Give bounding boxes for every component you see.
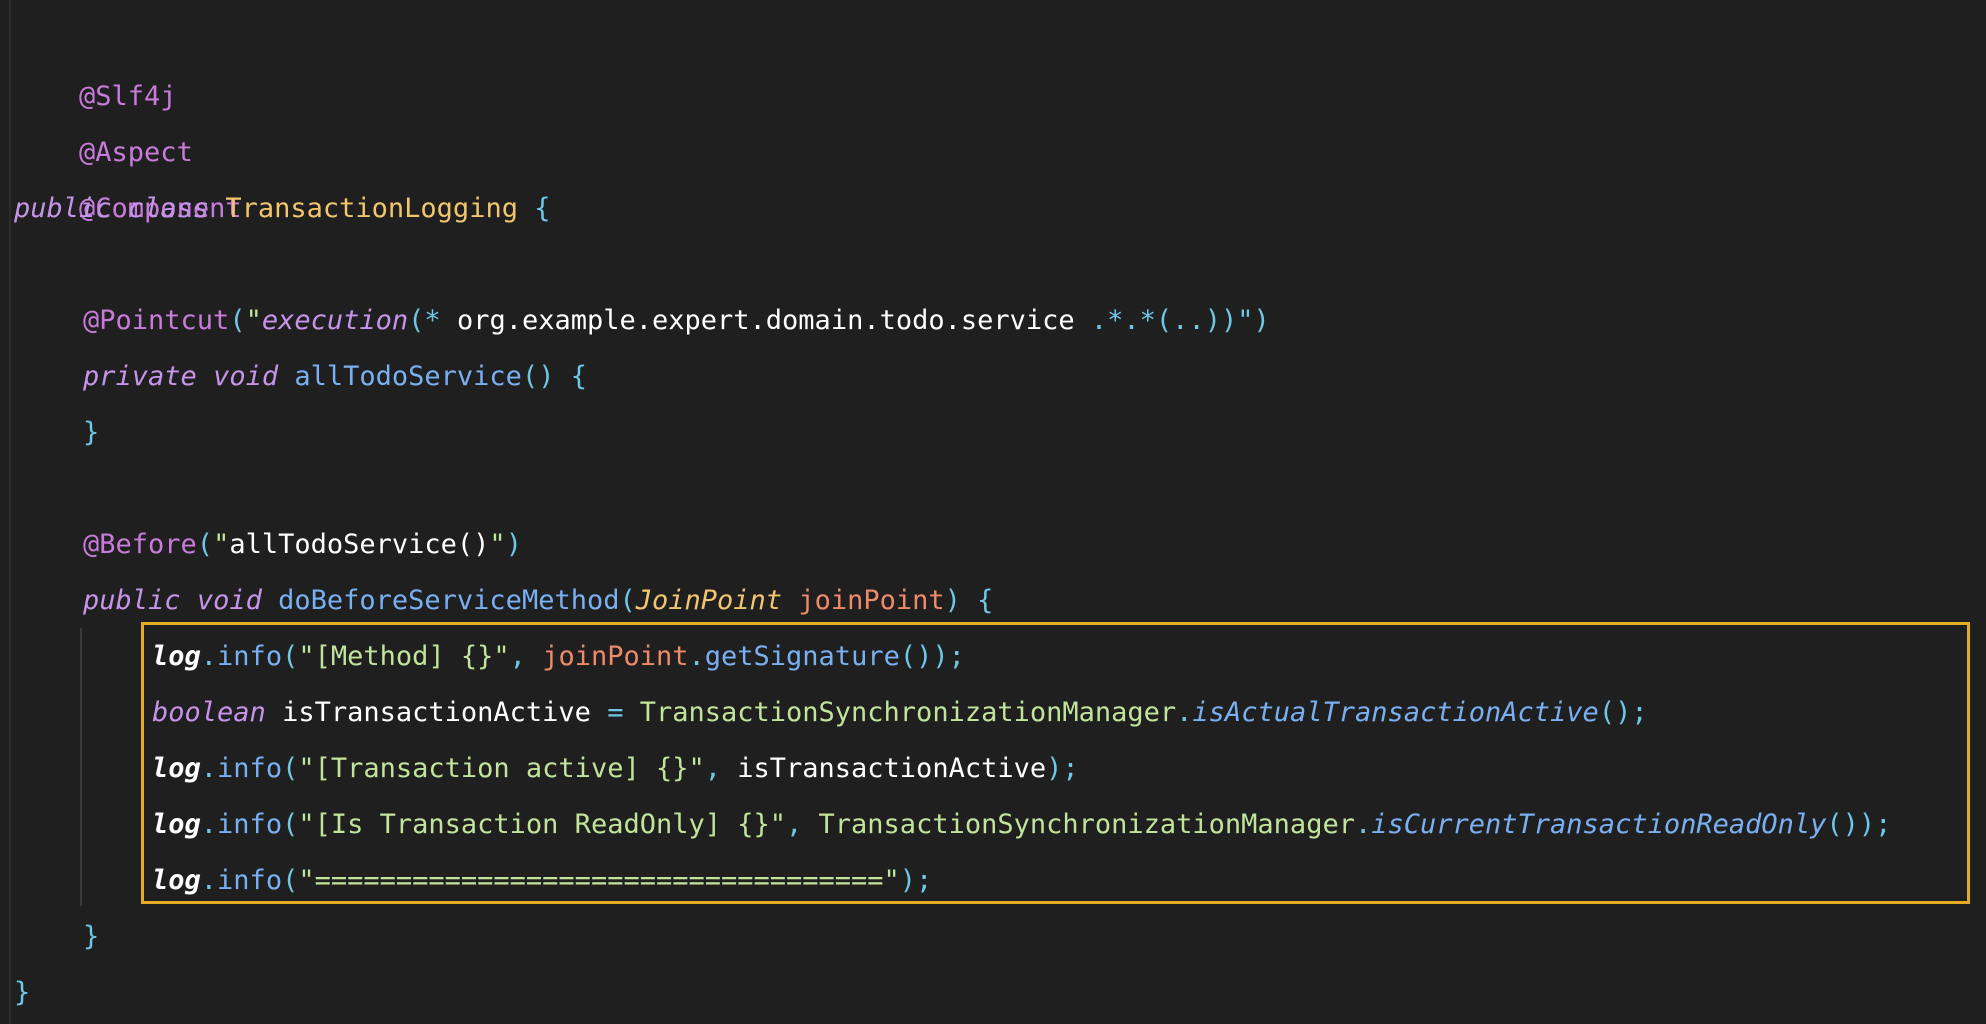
code-line-before: @Before("allTodoService()") [83, 517, 522, 573]
keyword-public-2: public [83, 585, 181, 616]
before-paren-close: ) [505, 529, 522, 560]
comma-2: , [704, 753, 738, 784]
var-is-transaction-active: isTransactionActive [282, 697, 591, 728]
brace-open: { [534, 193, 551, 224]
log-info-3: info [217, 809, 283, 840]
dot-4: . [200, 753, 218, 784]
pointcut-tail: .*.*(..))") [1090, 305, 1270, 336]
code-line-3: @Component [14, 125, 242, 224]
brace-close-3: } [14, 977, 31, 1008]
param-close: ) { [944, 585, 994, 616]
pointcut-paren: ( [408, 305, 425, 336]
str-method: "[Method] {}" [298, 641, 510, 672]
brace-close: } [83, 417, 100, 448]
annotation-before: @Before [83, 529, 197, 560]
dot-3: . [1176, 697, 1193, 728]
str-readonly: "[Is Transaction ReadOnly] {}" [298, 809, 787, 840]
tsm-class-2: TransactionSynchronizationManager [818, 809, 1355, 840]
paren-4: ( [282, 865, 299, 896]
keyword-void-2: void [196, 585, 262, 616]
paren-2: ( [282, 753, 299, 784]
pointcut-star: * [424, 305, 441, 336]
str-separator: "===================================" [298, 865, 900, 896]
parens: () { [521, 361, 587, 392]
code-line-brace-close-3: } [14, 965, 30, 1021]
before-arg: allTodoService() [229, 529, 490, 560]
pointcut-package: org.example.expert.domain.todo.service [440, 305, 1091, 336]
method-all-todo-service: allTodoService [294, 361, 522, 392]
str-tx-active: "[Transaction active] {}" [298, 753, 705, 784]
log-info: info [217, 641, 283, 672]
log-ref-4: log [152, 865, 201, 896]
brace-close-2: } [83, 921, 100, 952]
code-line-2: @Aspect [14, 69, 193, 168]
indent-guide [80, 628, 82, 906]
code-line-log-method: log.info("[Method] {}", joinPoint.getSig… [152, 629, 965, 685]
annotation-pointcut: @Pointcut [83, 305, 230, 336]
code-line-1: @Slf4j [14, 13, 177, 112]
is-actual-transaction-active: isActualTransactionActive [1192, 697, 1599, 728]
get-signature: getSignature [704, 641, 900, 672]
pointcut-open: ( [229, 305, 246, 336]
param-name: joinPoint [798, 585, 945, 616]
keyword-void: void [213, 361, 279, 392]
paren-3: ( [282, 809, 299, 840]
keyword-public: public [14, 193, 112, 224]
keyword-class: class [127, 193, 210, 224]
equals: = [607, 697, 624, 728]
dot-6: . [1354, 809, 1372, 840]
keyword-private: private [83, 361, 197, 392]
comma: , [509, 641, 543, 672]
close-2: (); [1598, 697, 1648, 728]
dot: . [200, 641, 218, 672]
code-line-method-all: private void allTodoService() { [83, 349, 587, 405]
close-3: ); [1046, 753, 1079, 784]
code-line-brace-close-1: } [83, 405, 99, 461]
dot-2: . [688, 641, 705, 672]
keyword-boolean: boolean [152, 697, 266, 728]
param-paren: ( [619, 585, 636, 616]
before-quote-close: " [489, 529, 506, 560]
code-line-log-sep: log.info("==============================… [152, 853, 932, 909]
code-line-4: public class TransactionLogging { [14, 181, 551, 237]
pointcut-execution: execution [261, 305, 409, 336]
code-line-log-readonly: log.info("[Is Transaction ReadOnly] {}",… [152, 797, 1891, 853]
log-ref-2: log [152, 753, 201, 784]
code-line-log-active: log.info("[Transaction active] {}", isTr… [152, 741, 1079, 797]
close-5: ); [899, 865, 933, 896]
param-type: JoinPoint [635, 585, 783, 616]
code-editor[interactable]: @Slf4j @Aspect @Component public class T… [0, 0, 1986, 1024]
joinpoint-ref: joinPoint [542, 641, 689, 672]
log-ref-3: log [152, 809, 201, 840]
class-name: TransactionLogging [225, 193, 518, 224]
is-current-readonly: isCurrentTransactionReadOnly [1371, 809, 1827, 840]
close: ()); [899, 641, 965, 672]
editor-gutter-line [9, 0, 11, 1024]
var-ref-active: isTransactionActive [737, 753, 1047, 784]
pointcut-quote-open: " [245, 305, 262, 336]
code-line-method-before: public void doBeforeServiceMethod(JoinPo… [83, 573, 993, 629]
dot-5: . [200, 809, 218, 840]
code-line-brace-close-2: } [83, 909, 99, 965]
code-line-pointcut: @Pointcut("execution(* org.example.exper… [83, 293, 1270, 349]
paren: ( [282, 641, 299, 672]
close-4: ()); [1826, 809, 1892, 840]
log-info-2: info [217, 753, 283, 784]
before-quote: " [213, 529, 230, 560]
log-info-4: info [217, 865, 283, 896]
before-paren: ( [196, 529, 214, 560]
log-ref: log [152, 641, 201, 672]
method-do-before: doBeforeServiceMethod [278, 585, 620, 616]
dot-7: . [200, 865, 218, 896]
comma-3: , [786, 809, 819, 840]
tsm-class: TransactionSynchronizationManager [639, 697, 1177, 728]
code-line-boolean: boolean isTransactionActive = Transactio… [152, 685, 1648, 741]
